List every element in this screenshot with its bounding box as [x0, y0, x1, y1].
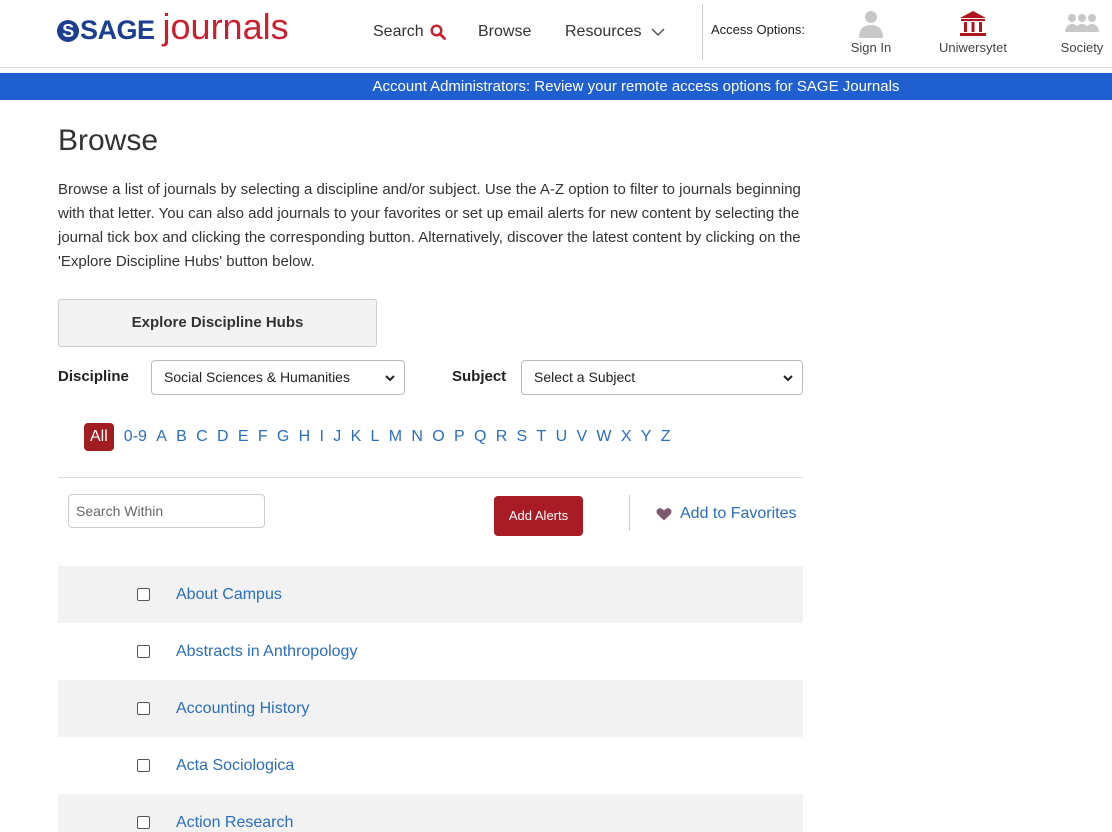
add-to-favorites-label: Add to Favorites [680, 505, 797, 522]
az-letter-m[interactable]: M [389, 428, 402, 446]
nav-browse[interactable]: Browse [478, 20, 531, 44]
nav-browse-label: Browse [478, 23, 532, 40]
az-letter-k[interactable]: K [351, 428, 362, 446]
journal-list: About Campus Abstracts in Anthropology Acc… [58, 566, 803, 832]
az-letter-p[interactable]: P [454, 428, 465, 446]
journal-checkbox[interactable] [137, 816, 150, 829]
az-letter-u[interactable]: U [556, 428, 568, 446]
az-letter-j[interactable]: J [333, 428, 341, 446]
sage-s-icon: S [57, 20, 79, 42]
az-letter-z[interactable]: Z [661, 428, 671, 446]
az-letter-l[interactable]: L [371, 428, 380, 446]
journal-checkbox[interactable] [137, 702, 150, 715]
az-letter-s[interactable]: S [517, 428, 528, 446]
admin-banner-text: Account Administrators: Review your remo… [372, 78, 900, 95]
journal-row: Accounting History [58, 680, 803, 737]
az-letter-r[interactable]: R [496, 428, 508, 446]
header-divider [702, 4, 703, 60]
subject-select[interactable]: Select a Subject [521, 360, 803, 395]
subject-select-value: Select a Subject [534, 369, 636, 385]
chevron-down-icon [783, 375, 793, 382]
discipline-select-value: Social Sciences & Humanities [164, 369, 350, 385]
divider [58, 477, 803, 478]
search-icon [430, 24, 446, 40]
az-letter-v[interactable]: V [576, 428, 587, 446]
explore-discipline-hubs-button[interactable]: Explore Discipline Hubs [58, 299, 377, 347]
institution-label: Uniwersytet [939, 40, 1007, 55]
user-icon [859, 11, 883, 38]
az-letter-b[interactable]: B [176, 428, 187, 446]
discipline-label: Discipline [58, 368, 129, 385]
journal-row: Action Research [58, 794, 803, 832]
toolbar-divider [629, 495, 630, 531]
society-button[interactable]: Society [1052, 8, 1112, 55]
heart-icon [656, 508, 672, 521]
journal-row: About Campus [58, 566, 803, 623]
logo-sage-text: SAGE [80, 15, 155, 45]
nav-resources-label: Resources [565, 23, 642, 40]
admin-banner[interactable]: Account Administrators: Review your remo… [0, 73, 1112, 100]
az-letter-q[interactable]: Q [474, 428, 486, 446]
journal-row: Abstracts in Anthropology [58, 623, 803, 680]
sign-in-label: Sign In [850, 40, 892, 55]
discipline-select[interactable]: Social Sciences & Humanities [151, 360, 405, 395]
journal-row: Acta Sociologica [58, 737, 803, 794]
journal-checkbox[interactable] [137, 588, 150, 601]
journal-link[interactable]: About Campus [176, 586, 282, 604]
subject-label: Subject [452, 368, 507, 385]
journal-checkbox[interactable] [137, 759, 150, 772]
access-options-label: Access Options: [711, 22, 805, 37]
chevron-down-icon [651, 28, 666, 37]
search-within-input[interactable] [68, 494, 265, 528]
chevron-down-icon [385, 375, 395, 382]
sign-in-button[interactable]: Sign In [841, 8, 901, 55]
journal-link[interactable]: Action Research [176, 814, 293, 832]
site-header: S SAGE journals Search Browse Resources A… [0, 0, 1112, 68]
logo-sage: S SAGE [57, 15, 155, 46]
nav-search-label: Search [373, 23, 424, 40]
nav-resources[interactable]: Resources [565, 20, 666, 44]
sage-journals-logo[interactable]: S SAGE journals [57, 6, 289, 47]
institution-icon [960, 11, 986, 36]
intro-text: Browse a list of journals by selecting a… [58, 181, 801, 270]
add-to-favorites-button[interactable]: Add to Favorites [656, 505, 797, 523]
institution-button[interactable]: Uniwersytet [935, 8, 1011, 55]
az-letter-x[interactable]: X [621, 428, 632, 446]
journal-link[interactable]: Acta Sociologica [176, 757, 294, 775]
az-letter-f[interactable]: F [258, 428, 268, 446]
journal-link[interactable]: Accounting History [176, 700, 309, 718]
az-letter-0-9[interactable]: 0-9 [124, 428, 147, 446]
az-letter-g[interactable]: G [277, 428, 289, 446]
society-icon [1065, 14, 1099, 32]
az-letter-h[interactable]: H [299, 428, 311, 446]
journal-checkbox[interactable] [137, 645, 150, 658]
journal-link[interactable]: Abstracts in Anthropology [176, 643, 357, 661]
az-letter-e[interactable]: E [238, 428, 249, 446]
a-z-filter: All 0-9 A B C D E F G H I J K L M N O P Q R S T U V W X Y Z [84, 423, 680, 451]
az-letter-y[interactable]: Y [641, 428, 652, 446]
az-letter-c[interactable]: C [196, 428, 208, 446]
society-label: Society [1060, 40, 1104, 55]
az-letter-i[interactable]: I [320, 428, 324, 446]
az-letter-a[interactable]: A [156, 428, 167, 446]
az-letter-o[interactable]: O [432, 428, 444, 446]
az-letter-n[interactable]: N [411, 428, 423, 446]
az-letter-w[interactable]: W [596, 428, 611, 446]
az-letter-d[interactable]: D [217, 428, 229, 446]
add-alerts-button[interactable]: Add Alerts [494, 496, 583, 536]
az-letter-t[interactable]: T [537, 428, 547, 446]
page-title: Browse [58, 124, 159, 157]
logo-journals-text: journals [162, 6, 289, 47]
az-all-button[interactable]: All [84, 423, 114, 451]
nav-search[interactable]: Search [373, 20, 446, 44]
